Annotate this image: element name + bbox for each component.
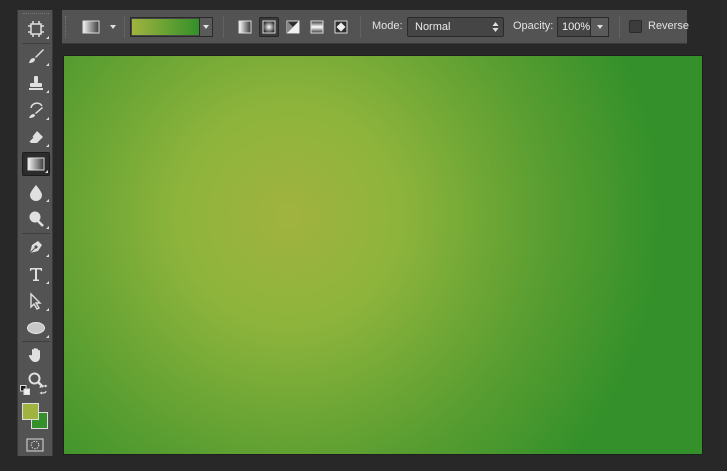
mode-label: Mode: (372, 20, 403, 32)
clone-stamp-tool-button[interactable] (22, 71, 50, 95)
hand-tool-button[interactable] (22, 343, 50, 367)
move-artboard-icon (28, 21, 44, 37)
brush-icon (29, 49, 44, 63)
swap-colors-icon[interactable] (38, 384, 49, 395)
angle-gradient-icon (286, 20, 300, 34)
reverse-label[interactable]: Reverse (648, 20, 689, 32)
artboard-tool-button[interactable] (22, 17, 50, 41)
reflected-gradient-icon (310, 20, 324, 34)
brush-tool-button[interactable] (22, 44, 50, 68)
opacity-value: 100% (562, 21, 591, 33)
default-colors-icon[interactable] (20, 385, 30, 395)
type-icon (30, 268, 42, 281)
document-canvas[interactable] (63, 55, 703, 455)
chevron-down-icon (110, 25, 116, 29)
ellipse-tool-button[interactable] (22, 316, 50, 340)
stamp-icon (29, 76, 43, 90)
foreground-color-swatch[interactable] (22, 403, 39, 420)
radial-gradient-button[interactable] (259, 17, 279, 37)
opacity-dropdown-button[interactable] (590, 17, 609, 37)
history-brush-tool-button[interactable] (22, 98, 50, 122)
gradient-icon (27, 157, 45, 171)
angle-gradient-button[interactable] (283, 17, 303, 37)
tool-preset-picker[interactable] (82, 18, 120, 36)
options-bar: Mode: Normal Opacity: 100% Reverse (62, 10, 689, 44)
gradient-preview-bar[interactable] (132, 19, 199, 35)
diamond-gradient-icon (334, 20, 348, 34)
diamond-gradient-button[interactable] (331, 17, 351, 37)
dodge-tool-button[interactable] (22, 207, 50, 231)
dodge-icon (29, 211, 44, 227)
blur-tool-button[interactable] (22, 180, 50, 204)
arrow-icon (30, 292, 42, 310)
options-bar-grip[interactable] (65, 16, 68, 38)
history-brush-icon (29, 102, 43, 118)
linear-gradient-icon (238, 20, 252, 34)
reflected-gradient-button[interactable] (307, 17, 327, 37)
ellipse-icon (27, 322, 45, 334)
path-selection-tool-button[interactable] (22, 289, 50, 313)
pen-icon (29, 241, 42, 254)
quick-mask-icon[interactable] (26, 438, 44, 452)
gradient-picker[interactable] (130, 17, 213, 37)
type-tool-button[interactable] (22, 262, 50, 286)
eraser-tool-button[interactable] (22, 125, 50, 149)
eraser-icon (28, 131, 43, 143)
opacity-field[interactable]: 100% (557, 17, 590, 37)
mode-select-value: Normal (415, 21, 451, 33)
up-down-arrows-icon (492, 22, 499, 32)
tools-panel (17, 10, 53, 456)
gradient-dropdown-button[interactable] (199, 18, 212, 36)
drop-icon (30, 185, 42, 201)
reverse-checkbox[interactable] (629, 20, 642, 33)
tools-panel-grip[interactable] (23, 13, 49, 16)
chevron-down-icon (596, 25, 603, 29)
mode-select[interactable]: Normal (407, 17, 504, 37)
linear-gradient-button[interactable] (235, 17, 255, 37)
chevron-down-icon (203, 25, 209, 29)
radial-gradient-icon (262, 20, 276, 34)
gradient-tool-button[interactable] (22, 152, 50, 176)
opacity-label: Opacity: (513, 20, 554, 32)
gradient-preset-icon (82, 20, 100, 34)
hand-icon (28, 348, 40, 362)
pen-tool-button[interactable] (22, 235, 50, 259)
